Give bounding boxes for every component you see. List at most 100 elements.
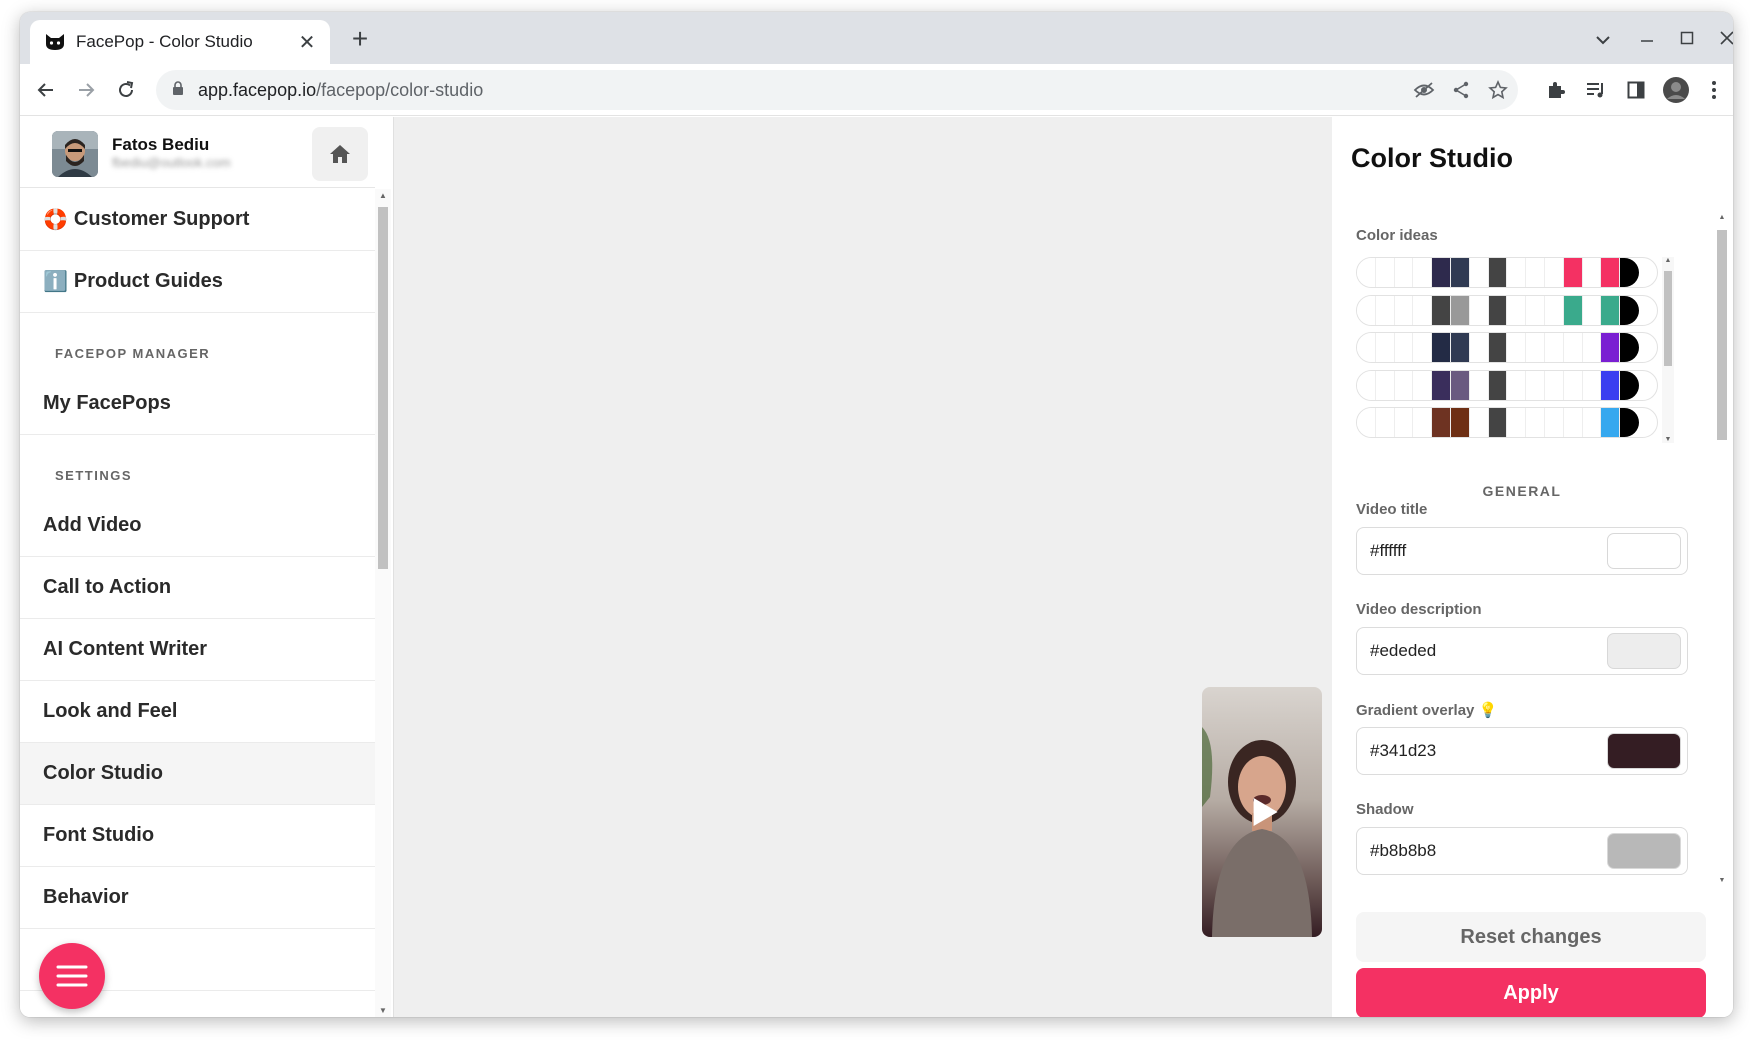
color-swatch[interactable] bbox=[1607, 633, 1681, 669]
sidebar-item-call-to-action[interactable]: Call to Action bbox=[20, 557, 375, 619]
home-button[interactable] bbox=[312, 127, 368, 181]
color-swatch[interactable] bbox=[1607, 533, 1681, 569]
forward-arrow-icon[interactable] bbox=[70, 74, 102, 106]
gradient-overlay-color-field[interactable]: #341d23 bbox=[1356, 727, 1688, 775]
color-studio-panel: Color Studio Color ideas ▲ ▼ GENERAL Vid… bbox=[1332, 117, 1733, 1017]
profile-email: fbediu@outlook.com bbox=[112, 155, 231, 170]
palette-swatch bbox=[1432, 408, 1451, 437]
sidebar-item-add-video[interactable]: Add Video bbox=[20, 495, 375, 557]
palette-swatch bbox=[1544, 370, 1564, 400]
browser-tab[interactable]: FacePop - Color Studio ✕ bbox=[30, 20, 330, 64]
video-preview[interactable] bbox=[1202, 687, 1322, 937]
sidebar-item-color-studio[interactable]: Color Studio bbox=[20, 743, 375, 805]
color-palette-option[interactable] bbox=[1356, 294, 1658, 326]
reset-changes-button[interactable]: Reset changes bbox=[1356, 912, 1706, 962]
profile-avatar-icon[interactable] bbox=[1662, 76, 1690, 104]
color-ideas-scroll-thumb[interactable] bbox=[1664, 271, 1672, 366]
tab-search-icon[interactable] bbox=[1588, 24, 1618, 54]
palette-swatch bbox=[1582, 408, 1602, 437]
back-arrow-icon[interactable] bbox=[30, 74, 62, 106]
url-host: app.facepop.io bbox=[198, 79, 317, 100]
color-hex-value[interactable]: #ffffff bbox=[1370, 541, 1406, 561]
reload-icon[interactable] bbox=[110, 74, 142, 106]
palette-swatch bbox=[1620, 408, 1639, 437]
color-ideas-list bbox=[1356, 257, 1658, 445]
palette-swatch bbox=[1563, 333, 1583, 362]
palette-swatch bbox=[1507, 258, 1527, 287]
palette-swatch bbox=[1432, 333, 1451, 362]
palette-swatch bbox=[1413, 370, 1433, 400]
eye-off-icon[interactable] bbox=[1412, 78, 1436, 102]
palette-swatch bbox=[1357, 333, 1376, 362]
extensions-puzzle-icon[interactable] bbox=[1542, 76, 1570, 104]
browser-menu-icon[interactable] bbox=[1700, 76, 1728, 104]
palette-swatch bbox=[1488, 408, 1508, 437]
color-swatch[interactable] bbox=[1607, 733, 1681, 769]
profile-name: Fatos Bediu bbox=[112, 135, 210, 154]
tab-strip: FacePop - Color Studio ✕ + bbox=[20, 12, 1733, 64]
scroll-up-arrow-icon[interactable]: ▲ bbox=[1717, 214, 1727, 221]
sidebar-item-behavior[interactable]: Behavior bbox=[20, 867, 375, 929]
scroll-down-arrow-icon[interactable]: ▼ bbox=[378, 1006, 388, 1015]
scroll-up-arrow-icon[interactable]: ▲ bbox=[378, 191, 388, 200]
panel-scroll-thumb[interactable] bbox=[1717, 230, 1727, 440]
palette-swatch bbox=[1394, 408, 1414, 437]
color-ideas-scrollbar[interactable]: ▲ ▼ bbox=[1662, 257, 1674, 443]
shadow-color-field[interactable]: #b8b8b8 bbox=[1356, 827, 1688, 875]
palette-swatch bbox=[1375, 295, 1395, 325]
sidebar-item-customer-support[interactable]: 🛟 Customer Support bbox=[20, 189, 375, 251]
palette-swatch bbox=[1488, 370, 1508, 400]
bookmark-star-icon[interactable] bbox=[1486, 78, 1510, 102]
avatar bbox=[52, 131, 98, 177]
video-title-color-field[interactable]: #ffffff bbox=[1356, 527, 1688, 575]
close-window-icon[interactable] bbox=[1712, 24, 1733, 54]
browser-window: FacePop - Color Studio ✕ + app.facepop.i… bbox=[20, 12, 1733, 1017]
color-palette-option[interactable] bbox=[1356, 257, 1658, 288]
close-tab-icon[interactable]: ✕ bbox=[296, 30, 318, 55]
share-icon[interactable] bbox=[1449, 78, 1473, 102]
play-icon[interactable] bbox=[1253, 798, 1278, 826]
minimize-icon[interactable] bbox=[1632, 24, 1662, 54]
color-palette-option[interactable] bbox=[1356, 332, 1658, 363]
color-palette-option[interactable] bbox=[1356, 407, 1658, 438]
scroll-down-arrow-icon[interactable]: ▼ bbox=[1717, 877, 1727, 884]
sidebar-item-ai-content-writer[interactable]: AI Content Writer bbox=[20, 619, 375, 681]
sidebar-scroll-thumb[interactable] bbox=[378, 207, 388, 569]
maximize-icon[interactable] bbox=[1672, 24, 1702, 54]
color-hex-value[interactable]: #341d23 bbox=[1370, 741, 1436, 761]
palette-swatch bbox=[1432, 258, 1451, 287]
color-swatch[interactable] bbox=[1607, 833, 1681, 869]
menu-fab-button[interactable] bbox=[39, 943, 105, 1009]
palette-swatch bbox=[1357, 408, 1376, 437]
color-ideas-label: Color ideas bbox=[1356, 227, 1438, 244]
profile-header: Fatos Bediu fbediu@outlook.com bbox=[20, 117, 375, 188]
video-description-color-field[interactable]: #ededed bbox=[1356, 627, 1688, 675]
sidebar-item-look-and-feel[interactable]: Look and Feel bbox=[20, 681, 375, 743]
sidebar-item-product-guides[interactable]: ℹ️ Product Guides bbox=[20, 251, 375, 313]
scroll-down-arrow-icon[interactable]: ▼ bbox=[1662, 436, 1674, 443]
palette-swatch bbox=[1413, 258, 1433, 287]
sidebar-item-my-facepops[interactable]: My FacePops bbox=[20, 373, 375, 435]
gradient-overlay-label: Gradient overlay 💡 bbox=[1356, 702, 1498, 719]
palette-swatch bbox=[1375, 258, 1395, 287]
address-bar[interactable]: app.facepop.io/facepop/color-studio bbox=[156, 70, 1518, 110]
media-queue-icon[interactable] bbox=[1582, 76, 1610, 104]
palette-swatch bbox=[1450, 258, 1470, 287]
side-panel-icon[interactable] bbox=[1622, 76, 1650, 104]
home-icon bbox=[330, 145, 350, 163]
color-palette-option[interactable] bbox=[1356, 369, 1658, 401]
palette-swatch bbox=[1544, 408, 1564, 437]
palette-swatch bbox=[1394, 333, 1414, 362]
sidebar-item-font-studio[interactable]: Font Studio bbox=[20, 805, 375, 867]
sidebar-scrollbar[interactable]: ▲ ▼ bbox=[375, 189, 391, 1017]
palette-swatch bbox=[1450, 295, 1470, 325]
palette-swatch bbox=[1450, 370, 1470, 400]
apply-button[interactable]: Apply bbox=[1356, 968, 1706, 1017]
color-hex-value[interactable]: #b8b8b8 bbox=[1370, 841, 1436, 861]
panel-title: Color Studio bbox=[1351, 143, 1513, 173]
color-hex-value[interactable]: #ededed bbox=[1370, 641, 1436, 661]
section-heading-settings: SETTINGS bbox=[55, 468, 133, 483]
new-tab-button[interactable]: + bbox=[344, 24, 376, 56]
panel-scrollbar[interactable]: ▲ ▼ bbox=[1715, 214, 1729, 884]
scroll-up-arrow-icon[interactable]: ▲ bbox=[1662, 257, 1674, 264]
